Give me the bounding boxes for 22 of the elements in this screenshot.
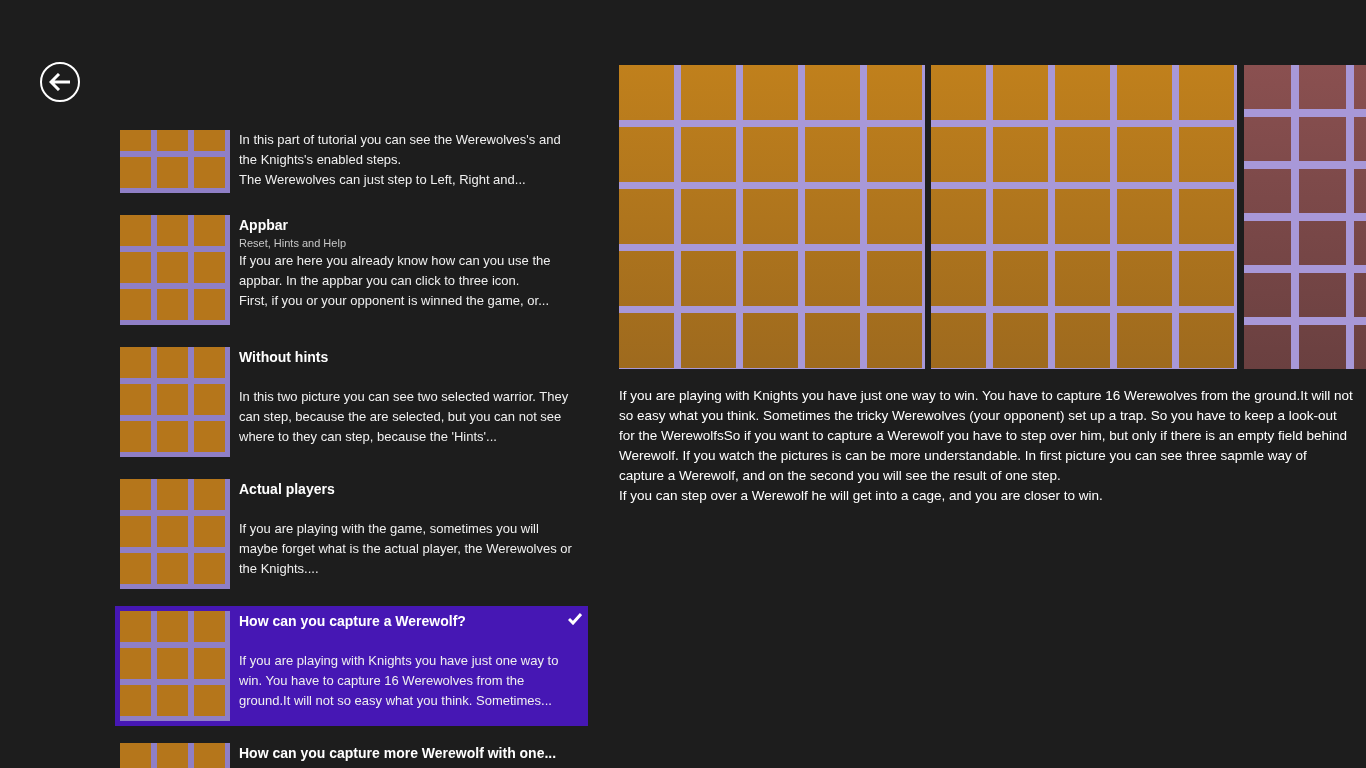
item-title: How can you capture more Werewolf with one...	[239, 744, 557, 763]
item-description: In this two picture you can see two selected warrior. They can step, because the are selected, but you can not see where to they can step, because the 'Hints'...	[239, 388, 570, 446]
tutorial-list-item[interactable]: How can you capture more Werewolf with one...	[115, 738, 588, 768]
back-arrow-icon	[49, 73, 71, 91]
item-description: If you are playing with the game, sometimes you will maybe forget what is the actual player, the Werewolves or the Knights....	[239, 520, 573, 578]
back-button[interactable]	[40, 62, 80, 102]
item-title: Without hints	[239, 348, 329, 367]
item-title: Appbar	[239, 216, 288, 235]
tutorial-list-item[interactable]: In this part of tutorial you can see the Werewolves's and the Knights's enabled steps. The Werewolves can just step to Left, Right and...	[115, 125, 588, 198]
checkmark-icon	[568, 613, 582, 625]
item-description: In this part of tutorial you can see the Werewolves's and the Knights's enabled steps. The Werewolves can just step to Left, Right and...	[239, 131, 562, 189]
tutorial-list-item[interactable]: How can you capture a Werewolf? If you are playing with Knights you have just one way to win. You have to capture 16 Werewolves from the ground.It will not so easy what you think. Sometimes...	[115, 606, 588, 726]
item-description: If you are here you already know how can you use the appbar. In the appbar you can click to three icon. First, if you or your opponent is winned the game, or...	[239, 252, 552, 310]
item-title: How can you capture a Werewolf?	[239, 612, 466, 631]
item-description: If you are playing with Knights you have just one way to win. You have to capture 16 Werewolves from the ground.It will not so easy what you think. Sometimes...	[239, 652, 560, 710]
description-paragraph: If you can step over a Werewolf he will get into a cage, and you are closer to win.	[619, 487, 1104, 505]
item-subtitle: Reset, Hints and Help	[239, 236, 347, 251]
item-title: Actual players	[239, 480, 335, 499]
tutorial-list-item[interactable]: Actual players If you are playing with the game, sometimes you will maybe forget what is the actual player, the Werewolves or the Knights....	[115, 474, 588, 594]
description-paragraph: If you are playing with Knights you have just one way to win. You have to capture 16 Werewolves from the ground.It will not so easy what you think. Sometimes the tricky Werewolves (your opponent) set up a trap. So you have to keep a look-out for the WerewolfsSo if you want to capture a Werewolf you have to step over him, but only if there is an empty field behind Werewolf. If you watch the pictures is can be more understandable. In first picture you can see three sapmle way of capture a Werewolf, and on the second you will see the result of one step.	[619, 387, 1354, 485]
tutorial-list-item[interactable]: Appbar Reset, Hints and Help If you are here you already know how can you use the appbar. In the appbar you can click to three icon. First, if you or your opponent is winned the game, or...	[115, 210, 588, 330]
tutorial-list-item[interactable]: Without hints In this two picture you can see two selected warrior. They can step, because the are selected, but you can not see where to they can step, because the 'Hints'...	[115, 342, 588, 462]
